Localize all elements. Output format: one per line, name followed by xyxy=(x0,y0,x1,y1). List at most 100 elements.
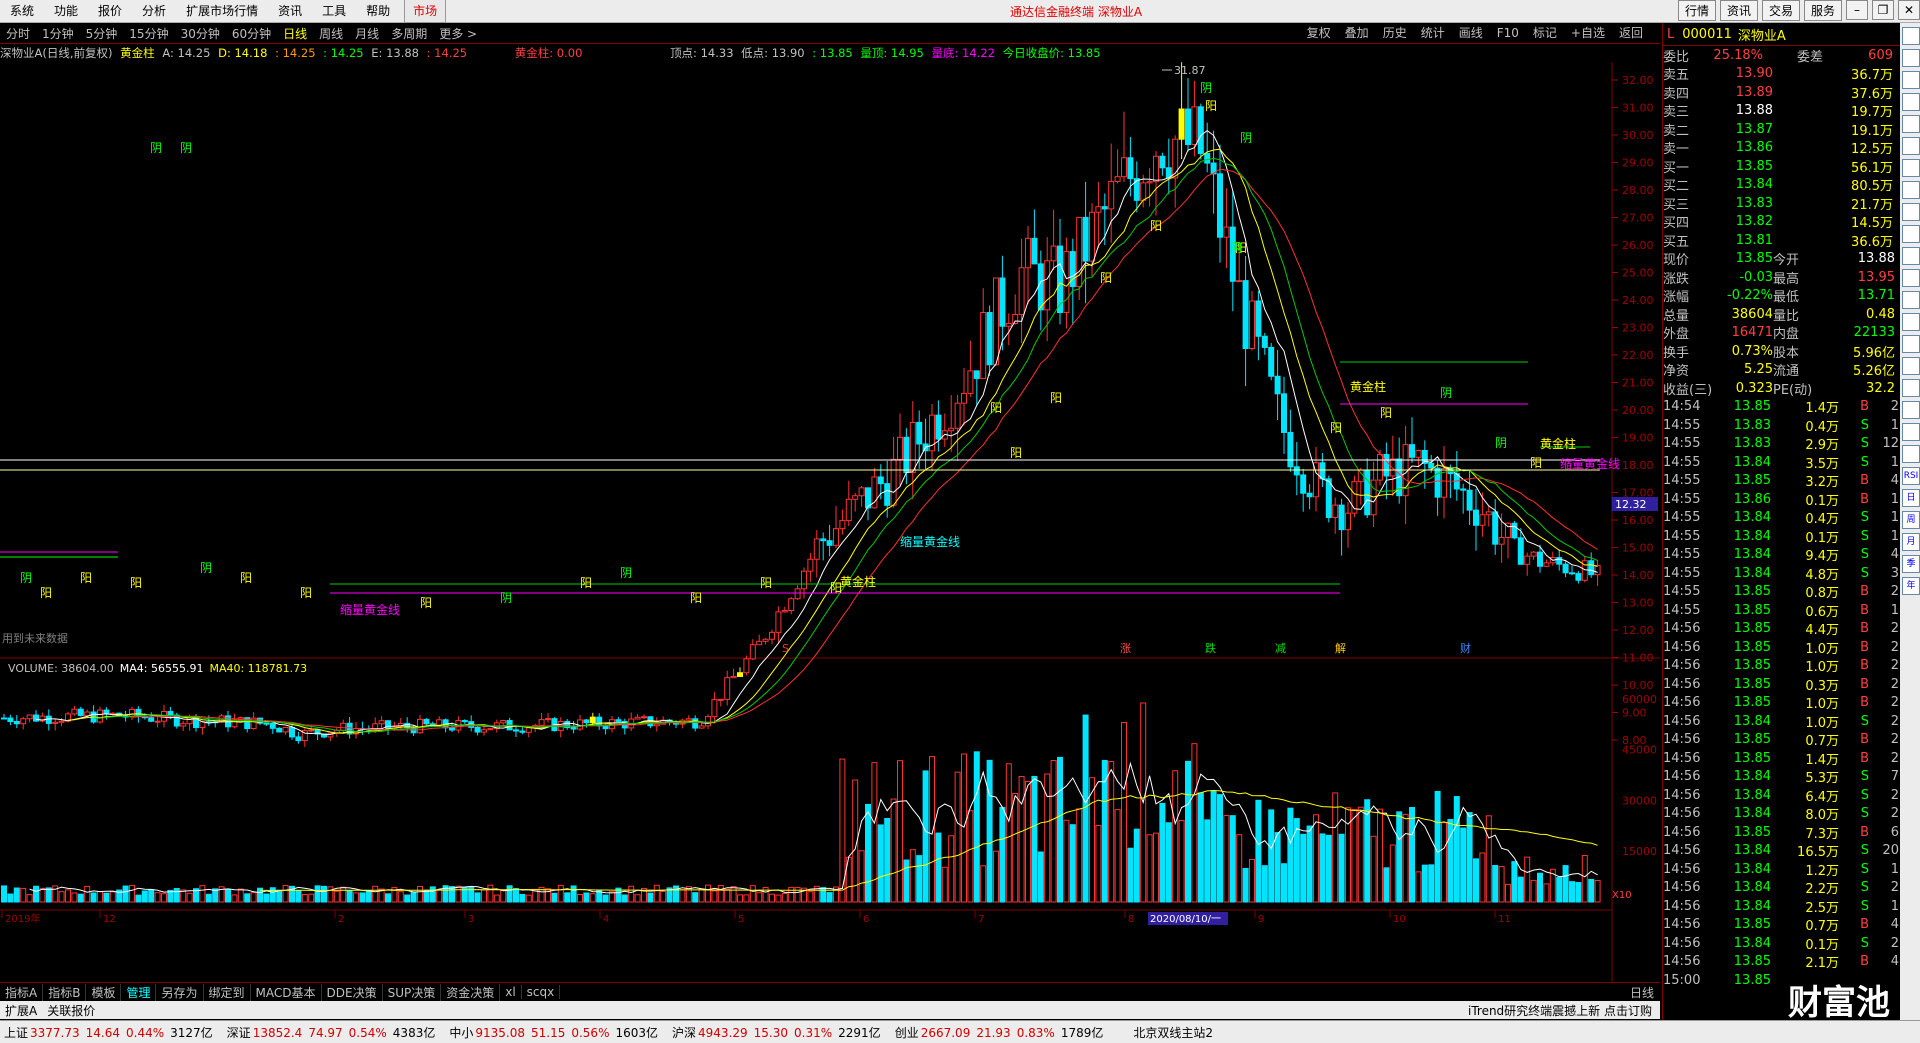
menu-system[interactable]: 系统 xyxy=(0,0,44,22)
bar-icon[interactable] xyxy=(1902,71,1920,89)
period-tab-6[interactable]: 日线 xyxy=(277,25,313,42)
star-icon[interactable] xyxy=(1902,423,1920,441)
index-amount: 4383亿 xyxy=(392,1025,436,1040)
candle-body xyxy=(1287,431,1294,468)
top-trade-button[interactable]: 交易 xyxy=(1761,0,1800,21)
period-tab-3[interactable]: 15分钟 xyxy=(123,25,174,42)
indicator-tab-8[interactable]: SUP决策 xyxy=(383,983,442,1001)
chart-tool-7[interactable]: +自选 xyxy=(1564,23,1612,43)
indicator-tab-5[interactable]: 绑定到 xyxy=(204,983,251,1001)
period-tab-5[interactable]: 60分钟 xyxy=(226,25,277,42)
menu-extended-market[interactable]: 扩展市场行情 xyxy=(176,0,268,22)
line-icon[interactable] xyxy=(1902,93,1920,111)
tool2-icon[interactable] xyxy=(1902,313,1920,331)
gear-icon[interactable] xyxy=(1902,445,1920,463)
index-2[interactable]: 中小 9135.08 51.15 0.56% 1603亿 xyxy=(445,1024,658,1041)
plus-icon[interactable] xyxy=(1902,357,1920,375)
volume-bar xyxy=(589,893,596,903)
tick-row: 14:56 13.85 2.1万 B 4 xyxy=(1663,953,1901,971)
volume-bar xyxy=(474,892,481,903)
indicator-tab-0[interactable]: 指标A xyxy=(0,983,44,1001)
indicator-name[interactable]: 黄金柱 xyxy=(120,46,155,60)
period-tab-4[interactable]: 30分钟 xyxy=(175,25,226,42)
period-tab-0[interactable]: 分时 xyxy=(0,25,36,42)
grid-icon[interactable] xyxy=(1902,27,1920,45)
top-news-button[interactable]: 资讯 xyxy=(1719,0,1758,21)
index-name: 沪深 xyxy=(672,1025,697,1040)
sidebar-text-1[interactable]: 日 xyxy=(1902,489,1920,507)
chart-tool-8[interactable]: 返回 xyxy=(1612,23,1650,43)
mark-icon[interactable] xyxy=(1902,225,1920,243)
index-3[interactable]: 沪深 4943.29 15.30 0.31% 2291亿 xyxy=(668,1024,881,1041)
eye-icon[interactable] xyxy=(1902,335,1920,353)
period-tab-8[interactable]: 月线 xyxy=(349,25,385,42)
tab-related-quote[interactable]: 关联报价 xyxy=(42,1002,100,1019)
sidebar-text-5[interactable]: 年 xyxy=(1902,577,1920,595)
menu-function[interactable]: 功能 xyxy=(44,0,88,22)
minimize-icon[interactable]: – xyxy=(1846,0,1868,20)
sidebar-text-3[interactable]: 月 xyxy=(1902,533,1920,551)
chart-tool-3[interactable]: 统计 xyxy=(1414,23,1452,43)
pencil-icon[interactable] xyxy=(1902,269,1920,287)
chart-tool-1[interactable]: 叠加 xyxy=(1338,23,1376,43)
period-tab-2[interactable]: 5分钟 xyxy=(80,25,124,42)
k-icon[interactable] xyxy=(1902,137,1920,155)
menu-news[interactable]: 资讯 xyxy=(268,0,312,22)
itrend-notice[interactable]: iTrend研究终端震撼上新 点击订购 xyxy=(1468,1002,1652,1019)
bid-price: 13.82 xyxy=(1735,214,1773,230)
tab-extension-a[interactable]: 扩展A xyxy=(0,1002,42,1019)
period-tab-1[interactable]: 1分钟 xyxy=(36,25,80,42)
period-tab-7[interactable]: 周线 xyxy=(313,25,349,42)
indicator-tab-4[interactable]: 另存为 xyxy=(156,983,204,1001)
indicator-tab-10[interactable]: xl xyxy=(500,985,522,999)
tick-side: B xyxy=(1860,584,1869,600)
wave-icon[interactable] xyxy=(1902,181,1920,199)
tool-icon[interactable] xyxy=(1902,291,1920,309)
close-icon[interactable]: ✕ xyxy=(1898,0,1920,20)
vol-tick-label: 30000 xyxy=(1622,794,1657,807)
yinyang-mark: 阴 xyxy=(200,561,212,575)
yinyang-mark: 阳 xyxy=(1205,99,1217,113)
chart-tool-2[interactable]: 历史 xyxy=(1376,23,1414,43)
restore-icon[interactable]: ❐ xyxy=(1872,0,1894,20)
sidebar-text-0[interactable]: RSI xyxy=(1902,467,1920,485)
indicator-tab-1[interactable]: 指标B xyxy=(43,983,87,1001)
top-service-button[interactable]: 服务 xyxy=(1803,0,1842,21)
server-site[interactable]: 北京双线主站2 xyxy=(1133,1024,1213,1041)
indicator-tab-6[interactable]: MACD基本 xyxy=(251,983,322,1001)
dot-icon[interactable] xyxy=(1902,159,1920,177)
indicator-tab-11[interactable]: scqx xyxy=(522,985,561,999)
box-icon[interactable] xyxy=(1902,379,1920,397)
indicator-tab-7[interactable]: DDE决策 xyxy=(322,983,383,1001)
candle-icon[interactable] xyxy=(1902,115,1920,133)
flag-icon[interactable] xyxy=(1902,203,1920,221)
index-0[interactable]: 上证 3377.73 14.64 0.44% 3127亿 xyxy=(0,1024,213,1041)
index-name: 上证 xyxy=(4,1025,29,1040)
index-1[interactable]: 深证 13852.4 74.97 0.54% 4383亿 xyxy=(223,1024,436,1041)
kline-chart[interactable]: 32.0031.0030.0029.0028.0027.0026.0025.00… xyxy=(0,62,1660,982)
chart-tool-4[interactable]: 画线 xyxy=(1452,23,1490,43)
chart-tool-6[interactable]: 标记 xyxy=(1526,23,1564,43)
sidebar-text-4[interactable]: 季 xyxy=(1902,555,1920,573)
market-button[interactable]: 市场 xyxy=(404,0,447,23)
top-quote-button[interactable]: 行情 xyxy=(1677,0,1716,21)
indicator-tab-9[interactable]: 资金决策 xyxy=(441,983,501,1001)
candle-body xyxy=(1511,522,1518,539)
menu-quote[interactable]: 报价 xyxy=(88,0,132,22)
indicator-tab-3[interactable]: 管理 xyxy=(121,983,157,1001)
chart-tool-0[interactable]: 复权 xyxy=(1300,23,1338,43)
chart-icon[interactable] xyxy=(1902,49,1920,67)
chart-tool-5[interactable]: F10 xyxy=(1490,23,1526,43)
sidebar-text-2[interactable]: 周 xyxy=(1902,511,1920,529)
index-4[interactable]: 创业 2667.09 21.93 0.83% 1789亿 xyxy=(891,1024,1104,1041)
menu-tools[interactable]: 工具 xyxy=(312,0,356,22)
list-icon[interactable] xyxy=(1902,401,1920,419)
period-tab-10[interactable]: 更多 > xyxy=(433,25,483,42)
menu-help[interactable]: 帮助 xyxy=(356,0,400,22)
candle-body xyxy=(762,638,769,642)
period-tag[interactable]: 日线 xyxy=(1625,984,1659,1001)
indicator-tab-2[interactable]: 模板 xyxy=(86,983,122,1001)
rsi-icon[interactable] xyxy=(1902,247,1920,265)
period-tab-9[interactable]: 多周期 xyxy=(385,25,433,42)
menu-analysis[interactable]: 分析 xyxy=(132,0,176,22)
